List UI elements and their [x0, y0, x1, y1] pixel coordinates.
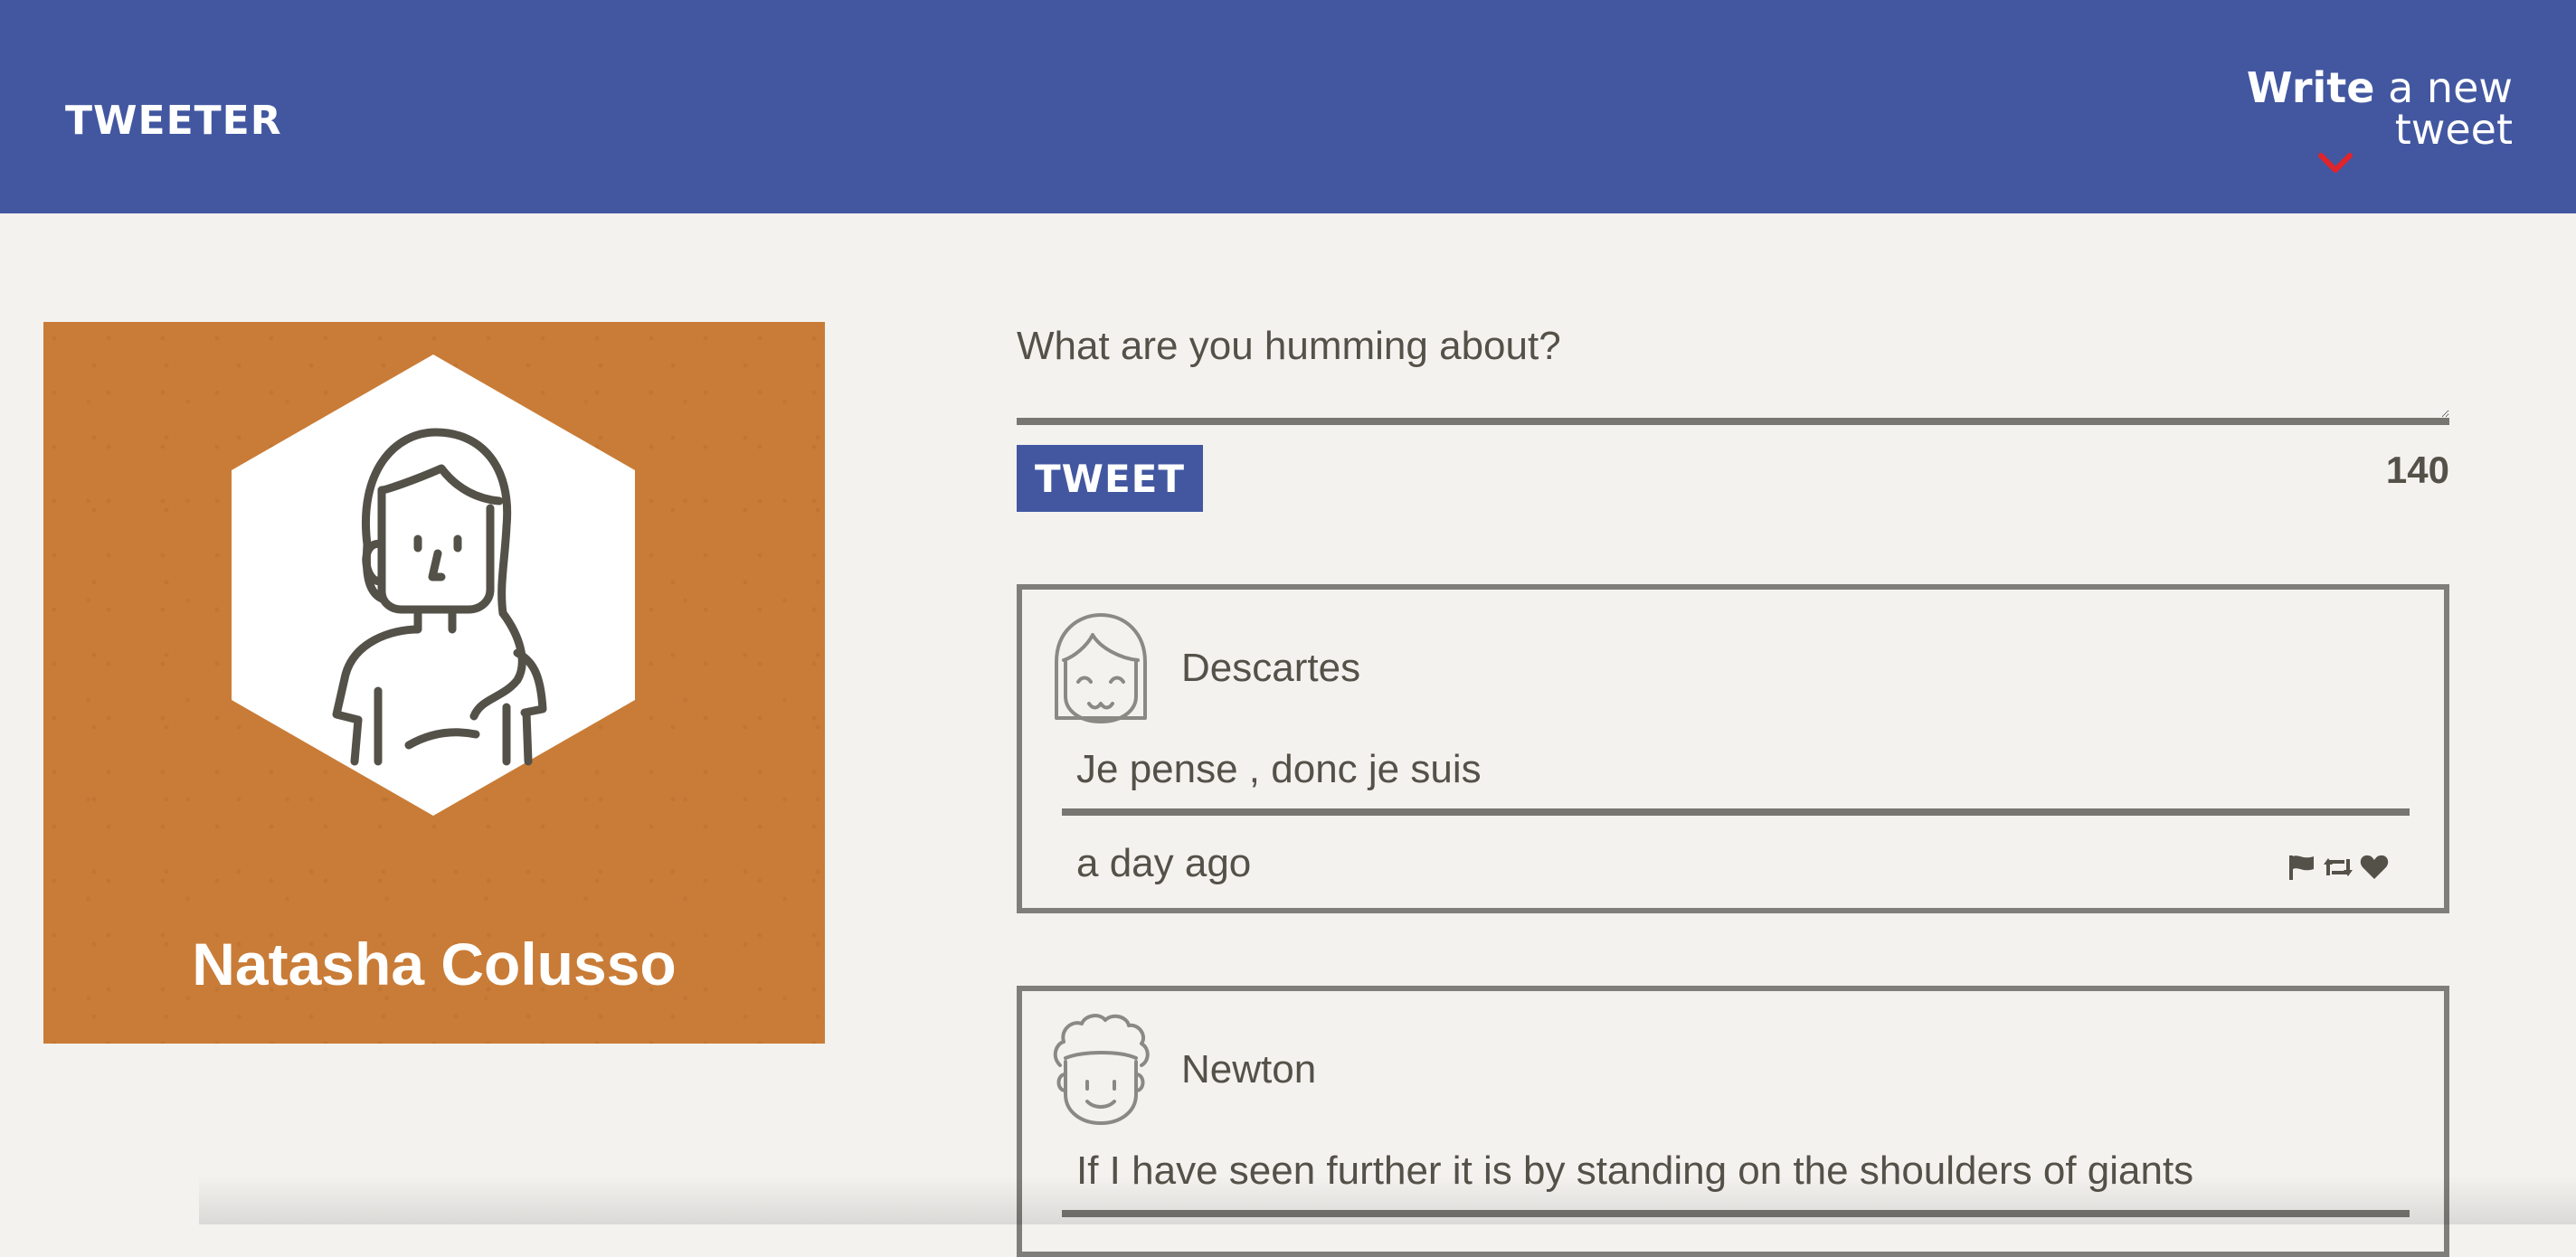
write-new-tweet-label: Write a new tweet [2133, 67, 2513, 150]
woman-avatar-icon [232, 354, 635, 816]
curly-hair-man-avatar-icon [1053, 1014, 1150, 1125]
brand-logo[interactable]: TWEETER [65, 98, 282, 144]
tweet-button[interactable]: TWEET [1017, 445, 1203, 512]
tweet-text-input[interactable] [1017, 317, 2449, 425]
tweet-author-name: Newton [1181, 1047, 1317, 1092]
smiling-girl-avatar-icon [1055, 613, 1147, 723]
profile-name: Natasha Colusso [192, 931, 677, 997]
retweet-icon[interactable] [2323, 854, 2353, 881]
tweet-actions [2287, 854, 2390, 881]
tweet-card: Descartes Je pense , donc je suis a day … [1017, 584, 2449, 913]
new-tweet-label: a new tweet [2374, 63, 2513, 154]
tweet-composer: TWEET 140 [1017, 317, 2449, 512]
top-nav-bar: TWEETER Write a new tweet [0, 0, 2576, 213]
profile-card: Natasha Colusso [43, 322, 825, 1044]
write-new-tweet-toggle[interactable]: Write a new tweet [2133, 67, 2513, 184]
tweet-card: Newton If I have seen further it is by s… [1017, 986, 2449, 1257]
flag-icon[interactable] [2287, 854, 2317, 881]
tweet-text: If I have seen further it is by standing… [1062, 1148, 2410, 1217]
tweet-text: Je pense , donc je suis [1062, 747, 2410, 816]
tweet-timestamp: a day ago [1076, 841, 1252, 885]
char-counter: 140 [2385, 449, 2449, 491]
chevron-down-icon[interactable] [2317, 150, 2353, 175]
write-label: Write [2246, 63, 2375, 112]
heart-icon[interactable] [2359, 854, 2390, 881]
tweet-author-name: Descartes [1181, 646, 1361, 690]
